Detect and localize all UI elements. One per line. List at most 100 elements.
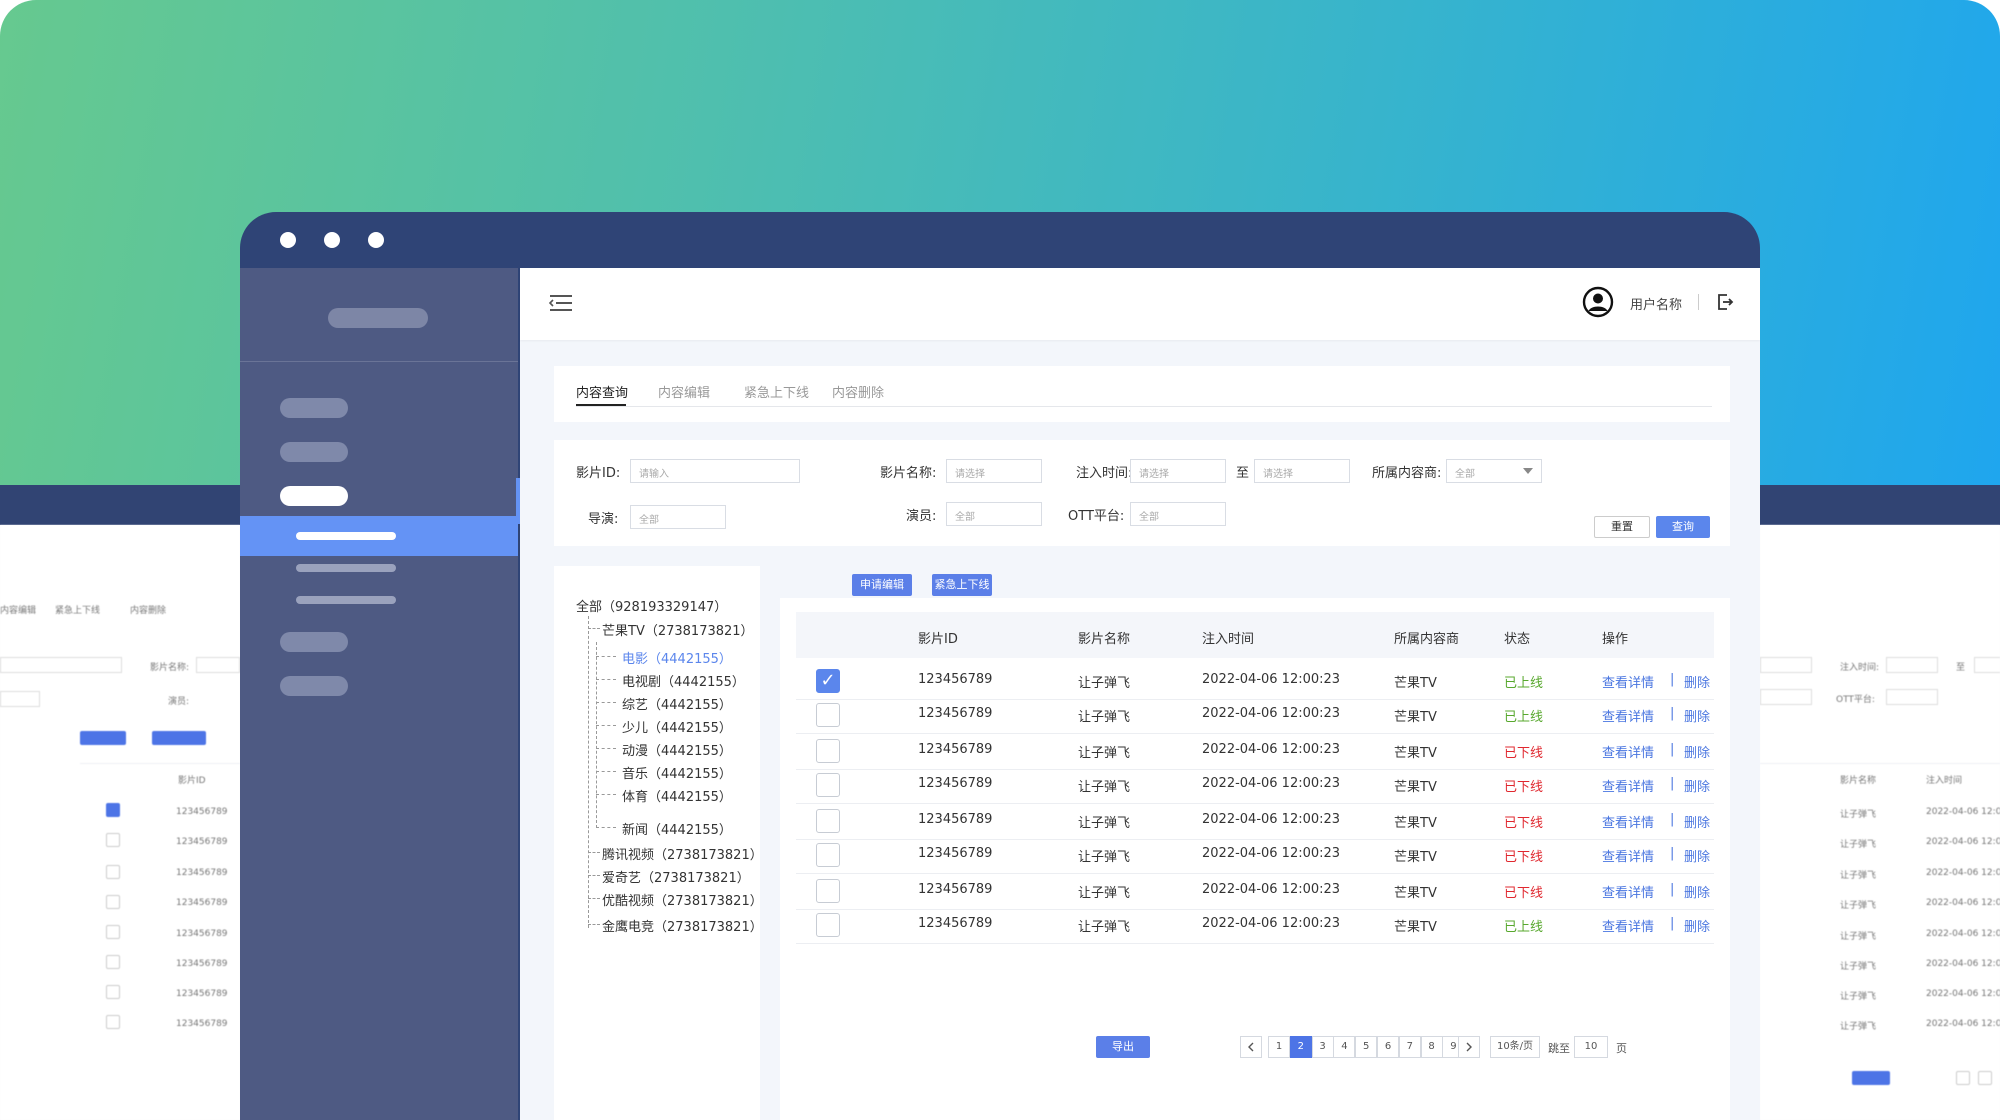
reset-button[interactable]: 重置 (1594, 516, 1650, 538)
tree-connector (588, 898, 600, 899)
page-size-select[interactable]: 10条/页 (1490, 1036, 1540, 1058)
tab-content-edit[interactable]: 内容编辑 (658, 382, 710, 401)
ghost-text: 内容删除 (130, 606, 167, 616)
sidebar-subitem[interactable] (296, 596, 396, 604)
emergency-online-button[interactable]: 紧急上下线 (932, 574, 992, 596)
director-select[interactable]: 全部 (630, 505, 726, 529)
tab-emergency-online[interactable]: 紧急上下线 (744, 382, 809, 401)
table-row[interactable]: 123456789 让子弹飞 2022-04-06 12:00:23 芒果TV 已上线 查… (796, 694, 1714, 734)
pagination-next[interactable] (1458, 1036, 1480, 1058)
window-dot-minimize[interactable] (324, 232, 340, 248)
tree-node-mangguo[interactable]: 芒果TV（2738173821） (602, 620, 754, 639)
tree-root[interactable]: 全部（928193329147） (576, 596, 727, 615)
delete-link[interactable]: 删除 (1684, 672, 1710, 691)
row-checkbox[interactable] (816, 739, 840, 763)
pagination-page[interactable]: 4 (1333, 1036, 1356, 1058)
provider-select[interactable]: 全部 (1446, 459, 1542, 483)
pagination-page[interactable]: 7 (1398, 1036, 1421, 1058)
row-checkbox[interactable]: ✓ (816, 669, 840, 693)
sidebar-item[interactable] (280, 676, 348, 696)
tree-node-jinying[interactable]: 金鹰电竞（2738173821） (602, 916, 763, 935)
query-button[interactable]: 查询 (1656, 516, 1710, 538)
export-button[interactable]: 导出 (1096, 1036, 1150, 1058)
ghost-pager (1956, 1071, 1970, 1085)
user-avatar-icon[interactable] (1582, 286, 1614, 318)
user-name[interactable]: 用户名称 (1630, 294, 1682, 313)
menu-fold-icon[interactable] (548, 292, 574, 314)
delete-link[interactable]: 删除 (1684, 812, 1710, 831)
view-details-link[interactable]: 查看详情 (1602, 882, 1654, 901)
tree-node-sports[interactable]: 体育（4442155） (622, 786, 732, 805)
pagination-page[interactable]: 6 (1377, 1036, 1399, 1058)
view-details-link[interactable]: 查看详情 (1602, 812, 1654, 831)
window-dot-maximize[interactable] (368, 232, 384, 248)
tree-node-iqiyi[interactable]: 爱奇艺（2738173821） (602, 867, 750, 886)
filter-panel: 影片ID: 请输入 影片名称: 请选择 注入时间: 请选择 至 请选择 所属内容… (554, 440, 1730, 546)
delete-link[interactable]: 删除 (1684, 882, 1710, 901)
view-details-link[interactable]: 查看详情 (1602, 916, 1654, 935)
delete-link[interactable]: 删除 (1684, 742, 1710, 761)
ghost-line (1760, 763, 2000, 764)
tree-node-news[interactable]: 新闻（4442155） (622, 819, 732, 838)
tree-node-tencent[interactable]: 腾讯视频（2738173821） (602, 844, 763, 863)
actor-select[interactable]: 全部 (946, 502, 1042, 526)
view-details-link[interactable]: 查看详情 (1602, 706, 1654, 725)
film-id-input[interactable]: 请输入 (630, 459, 800, 483)
cell-inject-time: 2022-04-06 12:00:23 (1202, 812, 1341, 827)
sidebar-item-active[interactable] (280, 486, 348, 506)
sidebar-item[interactable] (280, 442, 348, 462)
tree-connector (588, 875, 600, 876)
sidebar-item[interactable] (280, 398, 348, 418)
cell-status: 已下线 (1504, 816, 1544, 831)
row-checkbox[interactable] (816, 703, 840, 727)
pagination-page[interactable]: 3 (1311, 1036, 1334, 1058)
cell-film-name: 让子弹飞 (1078, 886, 1131, 901)
ott-select[interactable]: 全部 (1130, 502, 1226, 526)
logout-icon[interactable] (1715, 292, 1735, 312)
cell-film-name: 让子弹飞 (1078, 816, 1131, 831)
ghost-text: 让子弹飞 (1840, 871, 1877, 881)
tree-node-variety[interactable]: 综艺（4442155） (622, 694, 732, 713)
tree-node-kids[interactable]: 少儿（4442155） (622, 717, 732, 736)
jump-input[interactable]: 10 (1574, 1036, 1608, 1058)
delete-link[interactable]: 删除 (1684, 776, 1710, 795)
sidebar-subitem[interactable] (296, 564, 396, 572)
film-name-select[interactable]: 请选择 (946, 459, 1042, 483)
row-checkbox[interactable] (816, 809, 840, 833)
tab-content-query[interactable]: 内容查询 (576, 382, 628, 401)
tree-node-movie[interactable]: 电影（4442155） (622, 648, 732, 667)
inject-time-start[interactable]: 请选择 (1130, 459, 1226, 483)
table-row[interactable]: 123456789 让子弹飞 2022-04-06 12:00:23 芒果TV 已下线 查… (796, 834, 1714, 874)
tab-content-delete[interactable]: 内容删除 (832, 382, 884, 401)
row-checkbox[interactable] (816, 879, 840, 903)
row-checkbox[interactable] (816, 773, 840, 797)
tree-node-tv[interactable]: 电视剧（4442155） (622, 671, 745, 690)
delete-link[interactable]: 删除 (1684, 846, 1710, 865)
apply-edit-button[interactable]: 申请编辑 (852, 574, 912, 596)
tree-connector (588, 628, 600, 629)
tree-node-anime[interactable]: 动漫（4442155） (622, 740, 732, 759)
sidebar-subitem-active[interactable] (296, 532, 396, 540)
window-dot-close[interactable] (280, 232, 296, 248)
tree-node-music[interactable]: 音乐（4442155） (622, 763, 732, 782)
delete-link[interactable]: 删除 (1684, 916, 1710, 935)
inject-time-end[interactable]: 请选择 (1254, 459, 1350, 483)
row-checkbox[interactable] (816, 843, 840, 867)
view-details-link[interactable]: 查看详情 (1602, 742, 1654, 761)
pagination-page[interactable]: 8 (1420, 1036, 1443, 1058)
table-row[interactable]: 123456789 让子弹飞 2022-04-06 12:00:23 芒果TV 已上线 查… (796, 904, 1714, 944)
view-details-link[interactable]: 查看详情 (1602, 776, 1654, 795)
tree-node-youku[interactable]: 优酷视频（2738173821） (602, 890, 763, 909)
table-row[interactable]: 123456789 让子弹飞 2022-04-06 12:00:23 芒果TV 已下线 查… (796, 764, 1714, 804)
ghost-text: 2022-04-06 12:00:23 (1926, 1019, 2000, 1029)
pagination-prev[interactable] (1240, 1036, 1262, 1058)
pagination-page[interactable]: 2 (1289, 1036, 1312, 1058)
row-checkbox[interactable] (816, 913, 840, 937)
sidebar-item[interactable] (280, 632, 348, 652)
view-details-link[interactable]: 查看详情 (1602, 672, 1654, 691)
view-details-link[interactable]: 查看详情 (1602, 846, 1654, 865)
delete-link[interactable]: 删除 (1684, 706, 1710, 725)
pagination-page[interactable]: 5 (1355, 1036, 1378, 1058)
pagination-page[interactable]: 1 (1268, 1036, 1290, 1058)
cell-provider: 芒果TV (1394, 710, 1437, 725)
